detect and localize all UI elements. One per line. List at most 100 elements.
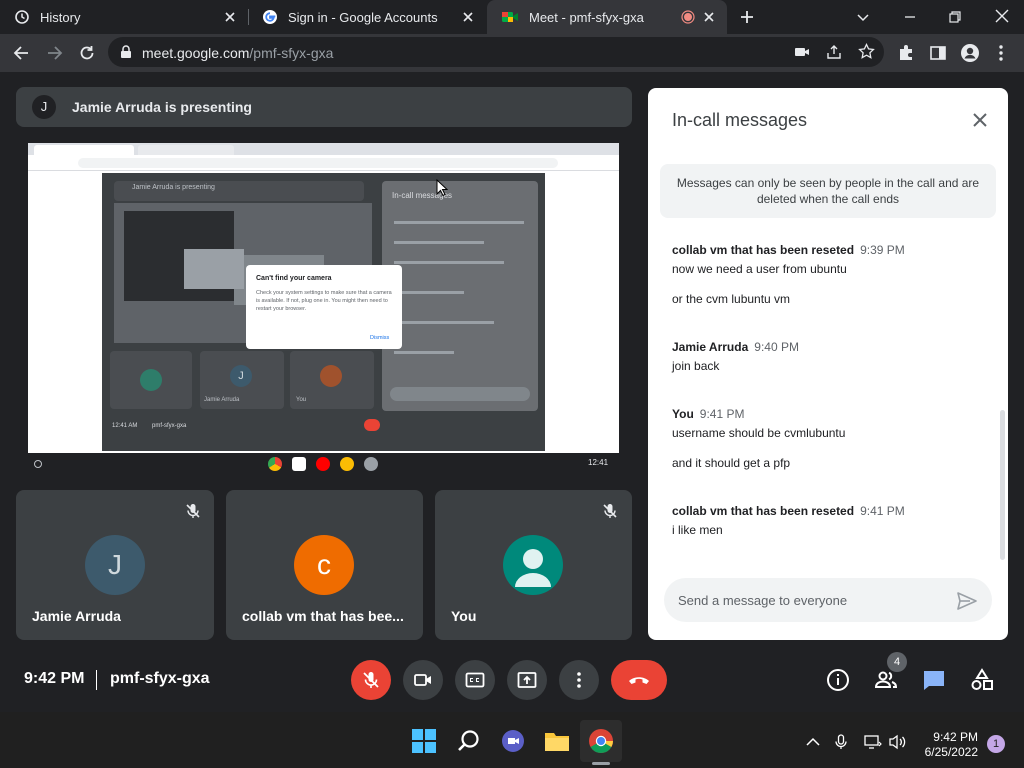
- running-indicator: [592, 762, 610, 765]
- send-icon[interactable]: [956, 590, 978, 612]
- shared-tile: You: [290, 351, 374, 409]
- camera-dialog-dismiss: Dismiss: [370, 335, 390, 341]
- close-window-icon[interactable]: [993, 7, 1011, 25]
- address-bar[interactable]: meet.google.com/pmf-sfyx-gxa: [108, 37, 884, 67]
- minimize-icon[interactable]: [902, 9, 918, 25]
- new-tab-icon[interactable]: [739, 9, 755, 25]
- chat-input-container: [664, 578, 992, 622]
- message-text: i like men: [672, 523, 723, 537]
- chat-message-input[interactable]: [678, 590, 948, 610]
- windows-taskbar: 9:42 PM 6/25/2022 1: [0, 712, 1024, 768]
- message-sender: Jamie Arruda 9:40 PM: [672, 340, 799, 354]
- lock-icon: [121, 45, 131, 58]
- meeting-details-info-icon[interactable]: [826, 668, 850, 692]
- chat-bubble-icon[interactable]: [922, 668, 946, 692]
- more-options-button[interactable]: [559, 660, 599, 700]
- network-icon[interactable]: [864, 734, 882, 750]
- meeting-clock: 9:42 PM: [24, 670, 85, 687]
- tab-title: History: [40, 9, 81, 25]
- in-call-messages-panel: In-call messages Messages can only be se…: [648, 88, 1008, 640]
- close-icon[interactable]: [970, 110, 990, 130]
- camera-dialog-title: Can't find your camera: [256, 275, 332, 282]
- windows-start-icon[interactable]: [411, 728, 437, 754]
- participant-name: You: [451, 608, 477, 624]
- mic-off-icon: [363, 672, 379, 688]
- participant-tile[interactable]: You: [435, 490, 632, 640]
- shared-chat-panel: In-call messages: [382, 181, 538, 411]
- participant-tile[interactable]: c collab vm that has bee...: [226, 490, 423, 640]
- default-avatar-icon: [503, 535, 563, 595]
- present-now-button[interactable]: [507, 660, 547, 700]
- hang-up-phone-icon: [629, 677, 649, 684]
- shared-clock: 12:41 AM: [112, 423, 138, 429]
- chrome-icon[interactable]: [588, 728, 614, 754]
- chevron-up-icon[interactable]: [806, 737, 820, 747]
- camera-error-dialog: Can't find your camera Check your system…: [246, 265, 402, 349]
- share-icon[interactable]: [826, 44, 842, 60]
- camera-permission-icon[interactable]: [794, 45, 810, 59]
- forward-arrow-icon[interactable]: [44, 43, 64, 63]
- tab-search-chevron-down-icon[interactable]: [855, 9, 871, 25]
- file-explorer-folder-icon[interactable]: [544, 728, 570, 754]
- sender-name: collab vm that has been reseted: [672, 243, 855, 257]
- side-panel-icon[interactable]: [929, 44, 947, 62]
- message-time: 9:41 PM: [699, 407, 745, 421]
- mic-off-icon: [186, 504, 200, 518]
- shared-taskbar-time: 12:41: [588, 458, 609, 467]
- participant-name: collab vm that has bee...: [242, 608, 404, 624]
- participant-avatar: J: [85, 535, 145, 595]
- mic-toggle-button[interactable]: [351, 660, 391, 700]
- video-camera-icon: [414, 674, 431, 686]
- close-tab-icon[interactable]: [701, 9, 717, 25]
- shared-presenting-text: Jamie Arruda is presenting: [132, 184, 215, 191]
- message-time: 9:39 PM: [860, 243, 905, 257]
- chat-notice: Messages can only be seen by people in t…: [660, 164, 996, 218]
- recording-icon: [681, 10, 695, 24]
- participant-name: Jamie Arruda: [32, 608, 121, 624]
- chat-scrollbar[interactable]: [1000, 410, 1005, 560]
- microphone-icon[interactable]: [834, 734, 848, 750]
- extensions-puzzle-icon[interactable]: [897, 44, 915, 62]
- close-tab-icon[interactable]: [460, 9, 476, 25]
- bookmark-star-icon[interactable]: [858, 43, 875, 60]
- taskbar-date[interactable]: 6/25/2022: [912, 745, 978, 759]
- shared-tile-name: You: [296, 397, 307, 403]
- close-tab-icon[interactable]: [222, 9, 238, 25]
- message-text: and it should get a pfp: [672, 456, 791, 470]
- chat-teams-icon[interactable]: [500, 728, 526, 754]
- search-icon[interactable]: [456, 728, 482, 754]
- people-icon[interactable]: [874, 668, 898, 692]
- menu-kebab-icon[interactable]: [996, 44, 1006, 62]
- participant-tile[interactable]: J Jamie Arruda: [16, 490, 214, 640]
- activities-shapes-icon[interactable]: [970, 668, 994, 692]
- tab-google-accounts[interactable]: Sign in - Google Accounts: [248, 0, 486, 34]
- url-text: meet.google.com/pmf-sfyx-gxa: [142, 45, 333, 61]
- mic-off-icon: [603, 504, 617, 518]
- volume-icon[interactable]: [889, 734, 907, 750]
- reload-icon[interactable]: [77, 43, 97, 63]
- tab-history[interactable]: History: [0, 0, 248, 34]
- sender-name: collab vm that has been reseted: [672, 504, 855, 518]
- url-path: /pmf-sfyx-gxa: [249, 45, 334, 61]
- profile-avatar-icon[interactable]: [960, 43, 980, 63]
- message-sender: collab vm that has been reseted 9:41 PM: [672, 504, 905, 518]
- meet-main: J Jamie Arruda is presenting Jamie Arrud…: [0, 72, 1024, 712]
- url-host: meet.google.com: [142, 45, 250, 61]
- chat-title: In-call messages: [672, 110, 808, 130]
- leave-call-button[interactable]: [611, 660, 667, 700]
- captions-button[interactable]: [455, 660, 495, 700]
- camera-toggle-button[interactable]: [403, 660, 443, 700]
- shared-os-taskbar: 12:41: [28, 453, 619, 475]
- tab-title: Meet - pmf-sfyx-gxa: [529, 9, 644, 25]
- sender-name: You: [672, 407, 694, 421]
- history-icon: [15, 10, 29, 24]
- presenting-banner: J Jamie Arruda is presenting: [16, 87, 632, 127]
- presenter-avatar: J: [32, 95, 56, 119]
- back-arrow-icon[interactable]: [12, 43, 32, 63]
- tab-meet[interactable]: Meet - pmf-sfyx-gxa: [487, 0, 727, 34]
- notification-badge[interactable]: 1: [987, 735, 1005, 753]
- restore-icon[interactable]: [947, 9, 963, 25]
- shared-meet-window: Jamie Arruda is presenting J Jamie Arrud…: [102, 173, 545, 451]
- taskbar-time[interactable]: 9:42 PM: [920, 729, 978, 745]
- screen-share-video: Jamie Arruda is presenting J Jamie Arrud…: [28, 143, 619, 453]
